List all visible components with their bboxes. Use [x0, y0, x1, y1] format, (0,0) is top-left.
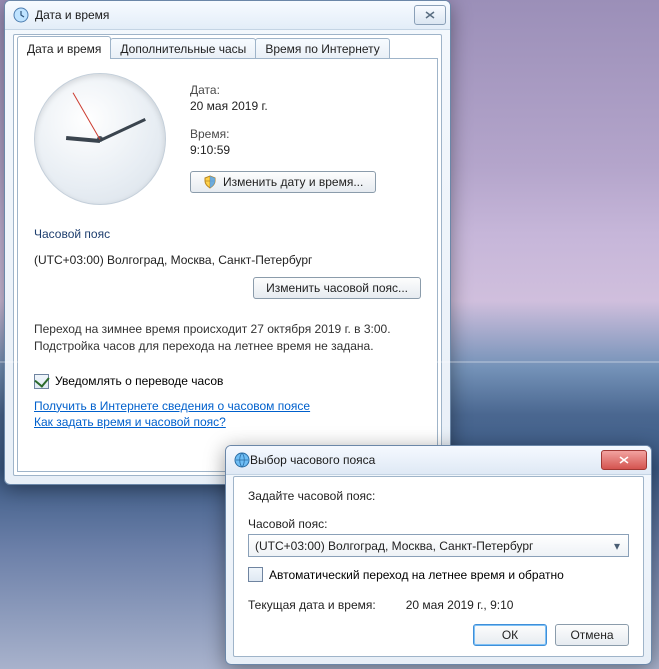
- timezone-dropdown[interactable]: (UTC+03:00) Волгоград, Москва, Санкт-Пет…: [248, 534, 629, 557]
- change-date-time-label: Изменить дату и время...: [223, 175, 363, 189]
- change-timezone-button[interactable]: Изменить часовой пояс...: [253, 277, 421, 299]
- timezone-dialog: Выбор часового пояса Задайте часовой поя…: [225, 445, 652, 665]
- globe-icon: [234, 452, 250, 468]
- dialog-client: Задайте часовой пояс: Часовой пояс: (UTC…: [233, 476, 644, 657]
- howto-link[interactable]: Как задать время и часовой пояс?: [34, 415, 421, 429]
- tab-panel: Дата: 20 мая 2019 г. Время: 9:10:59 Изме…: [17, 58, 438, 472]
- dst-info-text: Переход на зимнее время происходит 27 ок…: [34, 321, 421, 356]
- close-icon: [619, 456, 629, 464]
- clock-icon: [13, 7, 29, 23]
- auto-dst-label: Автоматический переход на летнее время и…: [269, 568, 564, 582]
- minute-hand: [99, 118, 146, 142]
- window-title: Дата и время: [35, 8, 411, 22]
- tab-strip: Дата и время Дополнительные часы Время п…: [14, 36, 441, 59]
- date-time-window: Дата и время Дата и время Дополнительные…: [4, 0, 451, 485]
- tab-internet-time[interactable]: Время по Интернету: [255, 38, 389, 59]
- titlebar[interactable]: Выбор часового пояса: [226, 446, 651, 475]
- current-datetime-value: 20 мая 2019 г., 9:10: [406, 598, 514, 612]
- current-datetime-label: Текущая дата и время:: [248, 598, 376, 612]
- ok-label: ОК: [502, 628, 518, 642]
- close-button[interactable]: [414, 5, 446, 25]
- second-hand: [73, 92, 101, 139]
- close-icon: [425, 11, 435, 19]
- close-button[interactable]: [601, 450, 647, 470]
- time-label: Время:: [190, 127, 376, 141]
- date-value: 20 мая 2019 г.: [190, 99, 376, 113]
- notify-dst-label: Уведомлять о переводе часов: [55, 374, 223, 388]
- shield-icon: [203, 175, 217, 189]
- tab-date-time[interactable]: Дата и время: [17, 36, 111, 59]
- hour-hand: [66, 136, 100, 143]
- dialog-title: Выбор часового пояса: [250, 453, 598, 467]
- client-area: Дата и время Дополнительные часы Время п…: [13, 34, 442, 476]
- change-timezone-label: Изменить часовой пояс...: [266, 281, 408, 295]
- change-date-time-button[interactable]: Изменить дату и время...: [190, 171, 376, 193]
- dropdown-label: Часовой пояс:: [248, 517, 629, 531]
- timezone-value: (UTC+03:00) Волгоград, Москва, Санкт-Пет…: [34, 253, 421, 267]
- timezone-dropdown-value: (UTC+03:00) Волгоград, Москва, Санкт-Пет…: [255, 539, 610, 553]
- analog-clock: [34, 73, 166, 205]
- auto-dst-checkbox[interactable]: [248, 567, 263, 582]
- cancel-button[interactable]: Отмена: [555, 624, 629, 646]
- titlebar[interactable]: Дата и время: [5, 1, 450, 30]
- tz-info-link[interactable]: Получить в Интернете сведения о часовом …: [34, 399, 421, 413]
- cancel-label: Отмена: [570, 628, 613, 642]
- chevron-down-icon: ▾: [610, 539, 624, 553]
- tab-additional-clocks[interactable]: Дополнительные часы: [110, 38, 256, 59]
- timezone-heading: Часовой пояс: [34, 227, 421, 241]
- notify-dst-checkbox[interactable]: [34, 374, 49, 389]
- ok-button[interactable]: ОК: [473, 624, 547, 646]
- date-label: Дата:: [190, 83, 376, 97]
- time-value: 9:10:59: [190, 143, 376, 157]
- dialog-prompt: Задайте часовой пояс:: [248, 489, 629, 503]
